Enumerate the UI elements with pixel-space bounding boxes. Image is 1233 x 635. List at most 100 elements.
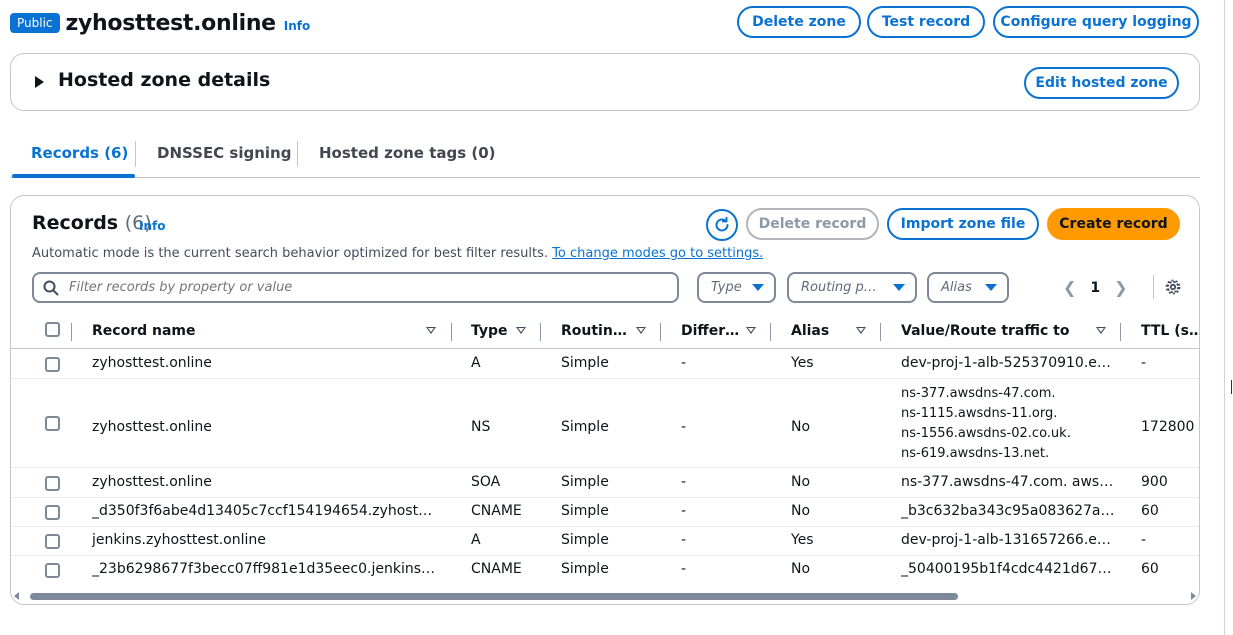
ttl-cell: 60 [1141,561,1159,577]
value-cell: _b3c632ba343c95a083627a… [901,503,1115,519]
edit-hosted-zone-button[interactable]: Edit hosted zone [1024,67,1179,99]
table-row[interactable]: _23b6298677f3becc07ff981e1d35eec0.jenkin… [11,556,1199,586]
column-divider [770,323,771,341]
column-divider [880,323,881,341]
value-line: ns-619.awsdns-13.net. [901,446,1050,461]
table-row[interactable]: zyhosttest.online A Simple - Yes dev-pro… [11,350,1199,379]
gear-icon[interactable] [1164,278,1182,296]
records-info-link[interactable]: Info [139,219,165,233]
column-divider [540,323,541,341]
differentiator-cell: - [681,561,687,577]
column-header-alias[interactable]: Alias [791,323,829,339]
sort-icon[interactable] [746,327,756,334]
record-type-cell: NS [471,419,491,435]
tab-dnssec-signing[interactable]: DNSSEC signing [157,144,291,162]
scroll-right-icon[interactable] [1191,592,1196,600]
type-filter-dropdown[interactable]: Type [697,272,776,303]
select-all-checkbox[interactable] [45,322,60,337]
routing-cell: Simple [561,532,609,548]
page-header: Public zyhosttest.online Info [10,8,310,38]
pager-divider [1153,275,1154,299]
header-info-link[interactable]: Info [284,19,310,33]
tab-records[interactable]: Records (6) [31,144,128,162]
routing-cell: Simple [561,474,609,490]
hosted-zone-details-title[interactable]: Hosted zone details [58,69,270,91]
value-cell: dev-proj-1-alb-525370910.e… [901,355,1111,371]
alias-cell: No [791,561,811,577]
table-row[interactable]: zyhosttest.online SOA Simple - No ns-377… [11,469,1199,498]
record-name-cell: _23b6298677f3becc07ff981e1d35eec0.jenkin… [92,561,437,577]
routing-cell: Simple [561,561,609,577]
table-row[interactable]: zyhosttest.online NS Simple - No ns-377.… [11,380,1199,468]
row-checkbox[interactable] [45,505,60,520]
routing-filter-label: Routing p… [801,280,877,295]
delete-record-button[interactable]: Delete record [746,208,879,240]
search-icon [43,280,59,295]
alias-cell: No [791,419,811,435]
previous-page-icon[interactable]: ❮ [1063,278,1076,297]
pagination: ❮ 1 ❯ [1063,278,1128,297]
alias-filter-dropdown[interactable]: Alias [927,272,1009,303]
column-header-differentiator[interactable]: Differ… [681,323,739,339]
caret-down-icon [985,284,997,291]
table-row[interactable]: _d350f3f6abe4d13405c7ccf154194654.zyhost… [11,498,1199,527]
sort-icon[interactable] [1096,327,1106,334]
sort-icon[interactable] [856,327,866,334]
text-cursor [1231,380,1232,394]
column-header-record-name[interactable]: Record name [92,323,196,339]
row-checkbox[interactable] [45,357,60,372]
record-name-cell: zyhosttest.online [92,419,212,435]
tab-divider [135,141,136,167]
table-row[interactable]: jenkins.zyhosttest.online A Simple - Yes… [11,527,1199,556]
test-record-button[interactable]: Test record [867,6,985,38]
configure-query-logging-button[interactable]: Configure query logging [993,6,1199,38]
record-name-cell: zyhosttest.online [92,474,212,490]
expand-caret-icon[interactable] [35,76,44,88]
alias-cell: Yes [791,532,814,548]
import-zone-file-button[interactable]: Import zone file [887,208,1039,240]
row-checkbox[interactable] [45,534,60,549]
delete-zone-button[interactable]: Delete zone [737,6,861,38]
sort-icon[interactable] [516,327,526,334]
ttl-cell: 172800 [1141,419,1195,435]
record-name-cell: zyhosttest.online [92,355,212,371]
horizontal-scrollbar[interactable] [11,589,1199,604]
record-name-cell: _d350f3f6abe4d13405c7ccf154194654.zyhost… [92,503,437,519]
tab-hosted-zone-tags[interactable]: Hosted zone tags (0) [319,144,496,162]
column-divider [1120,323,1121,341]
records-title: Records [32,212,119,234]
sort-icon[interactable] [426,327,436,334]
type-filter-label: Type [711,280,742,295]
differentiator-cell: - [681,355,687,371]
sort-icon[interactable] [636,327,646,334]
column-header-type[interactable]: Type [471,323,508,339]
scrollbar-thumb[interactable] [30,593,958,600]
zone-tabs: Records (6) DNSSEC signing Hosted zone t… [10,136,1200,178]
next-page-icon[interactable]: ❯ [1114,278,1127,297]
differentiator-cell: - [681,419,687,435]
differentiator-cell: - [681,503,687,519]
routing-policy-filter-dropdown[interactable]: Routing p… [787,272,917,303]
column-header-ttl[interactable]: TTL (s… [1141,323,1199,339]
current-page[interactable]: 1 [1090,280,1100,296]
page-right-border [1224,0,1225,635]
column-header-routing-policy[interactable]: Routin… [561,323,627,339]
filter-records-box[interactable] [32,272,679,303]
record-type-cell: SOA [471,474,501,490]
scroll-left-icon[interactable] [14,592,19,600]
caret-down-icon [752,284,764,291]
column-header-value[interactable]: Value/Route traffic to [901,323,1069,339]
create-record-button[interactable]: Create record [1047,208,1180,240]
column-divider [451,323,452,341]
refresh-icon [715,216,729,232]
helper-text: Automatic mode is the current search beh… [32,246,549,261]
settings-link[interactable]: To change modes go to settings. [552,246,763,261]
record-type-cell: CNAME [471,561,522,577]
refresh-button[interactable] [706,209,738,241]
page-title: zyhosttest.online [65,10,277,36]
row-checkbox[interactable] [45,563,60,578]
alias-cell: Yes [791,355,814,371]
filter-records-input[interactable] [67,279,647,296]
row-checkbox[interactable] [45,476,60,491]
row-checkbox[interactable] [45,416,60,431]
